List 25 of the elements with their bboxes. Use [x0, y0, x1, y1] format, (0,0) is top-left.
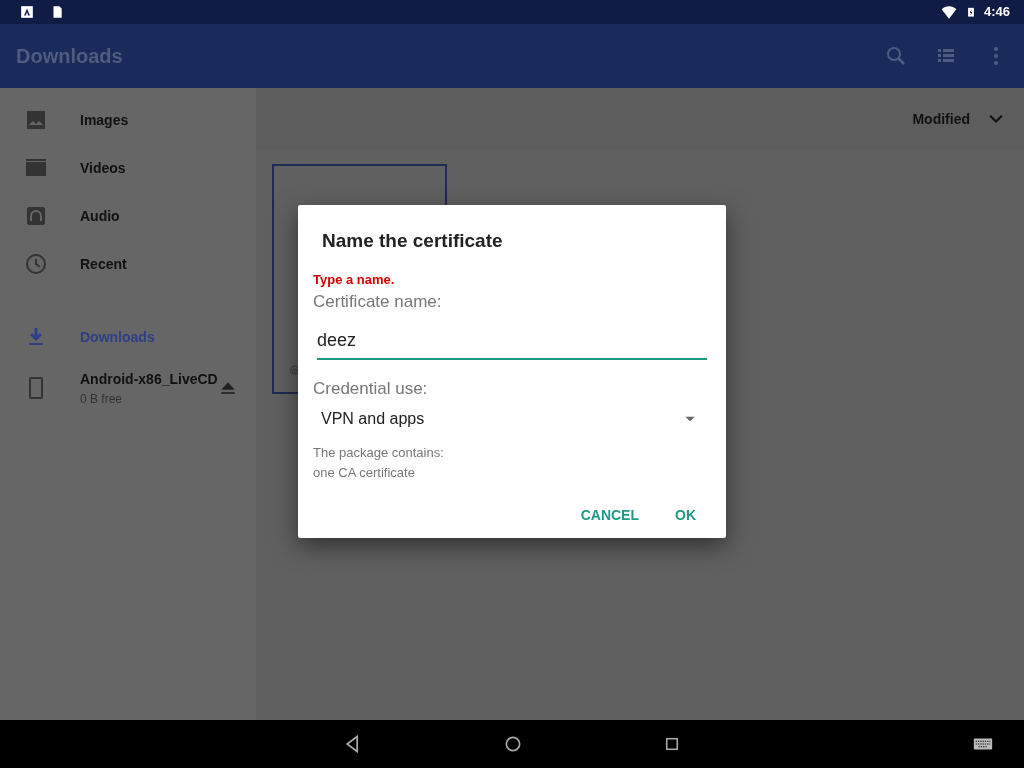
sort-label: Modified [912, 109, 970, 129]
dialog-button[interactable]: OK [665, 497, 706, 534]
sidebar-item-label[interactable]: Audio [80, 205, 120, 227]
info-text: one CA certificate [313, 464, 416, 482]
sidebar-item[interactable]: Recent [0, 240, 256, 288]
sidebar-item-label[interactable]: Recent [80, 253, 127, 275]
field-label: Certificate name: [313, 291, 443, 313]
sidebar-item[interactable]: Videos [0, 144, 256, 192]
field-label: Credential use: [313, 377, 429, 400]
sidebar-item-label[interactable]: Images [80, 109, 129, 131]
info-text: The package contains: [313, 444, 445, 462]
sidebar-item-label[interactable]: Downloads [80, 326, 155, 348]
dropdown-value: VPN and apps [321, 409, 425, 429]
name-input-field[interactable]: deez [317, 322, 707, 360]
sidebar-item[interactable]: Audio [0, 192, 256, 240]
credential-use-dropdown[interactable]: VPN and apps [313, 403, 707, 435]
error-message: Type a name. [313, 270, 396, 289]
dialog-title: Name the certificate [322, 229, 504, 253]
dialog-button[interactable]: CANCEL [570, 497, 649, 534]
sidebar-item-label: Android-x86_LiveCD [80, 369, 218, 389]
sort-dropdown[interactable]: Modified [912, 108, 1006, 130]
status-time: 4:46 [983, 3, 1010, 22]
sidebar-item[interactable]: Downloads [0, 313, 256, 361]
sidebar-item-label[interactable]: Videos [80, 157, 126, 179]
sidebar-item[interactable]: Images [0, 96, 256, 144]
